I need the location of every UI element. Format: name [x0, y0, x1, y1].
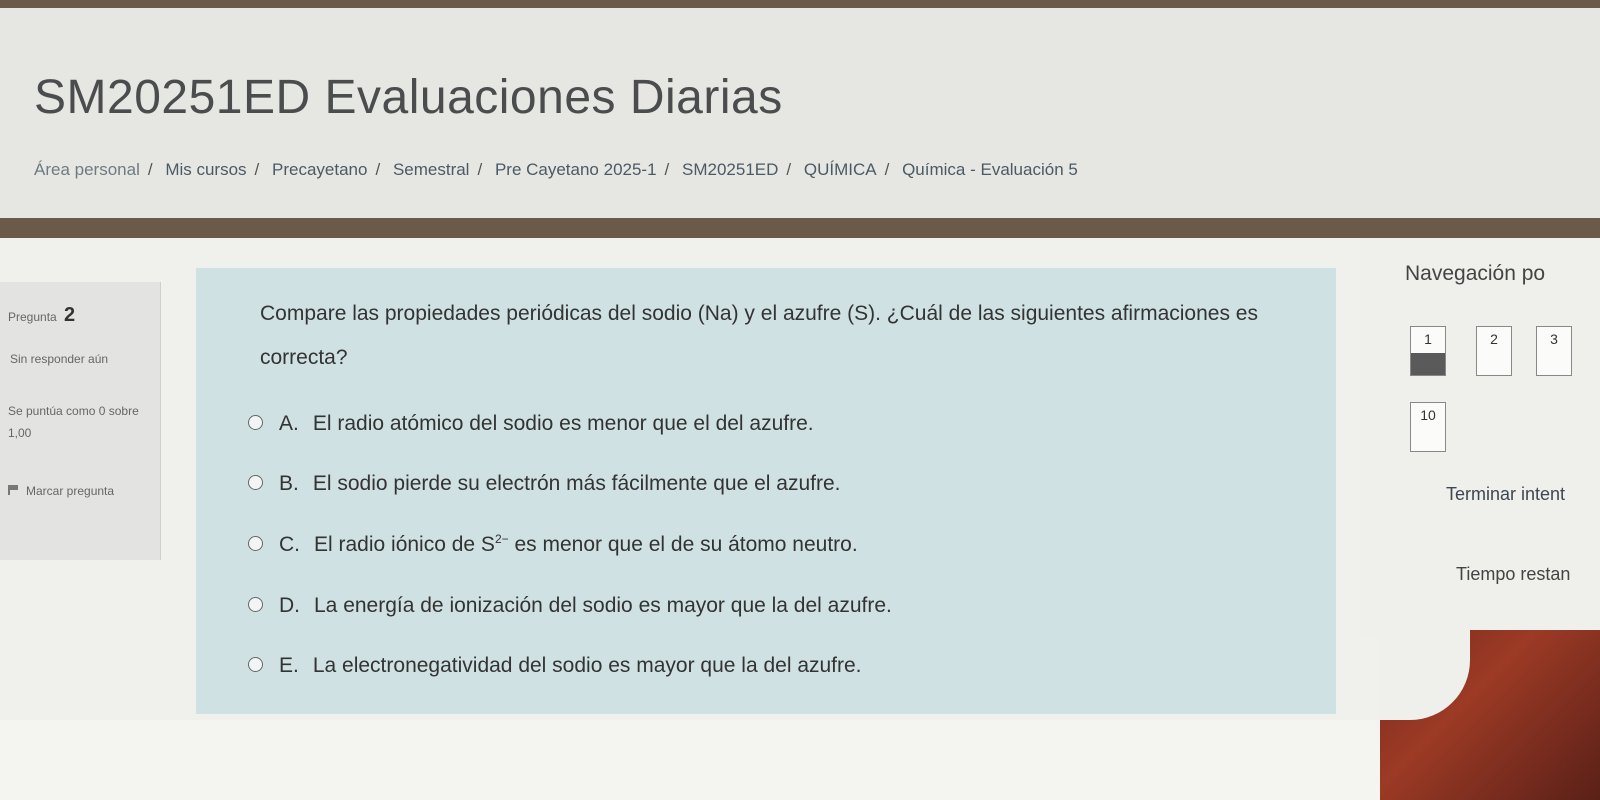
option-b-letter: B.: [279, 472, 299, 495]
time-remaining-label: Tiempo restan: [1456, 564, 1571, 584]
page-title: SM20251ED Evaluaciones Diarias: [34, 71, 783, 124]
nav-question-3-label: 3: [1550, 331, 1558, 347]
nav-question-2[interactable]: 2: [1476, 326, 1512, 376]
quiz-navigation-title: Navegación po: [1405, 262, 1546, 285]
main-lower: [0, 720, 1400, 800]
question-grade: Se puntúa como 0 sobre 1,00: [8, 404, 139, 440]
radio-option-b[interactable]: [248, 474, 263, 490]
question-text: Compare las propiedades periódicas del s…: [260, 302, 1258, 369]
breadcrumb-item-course[interactable]: SM20251ED: [682, 160, 778, 179]
option-a[interactable]: A. El radio atómico del sodio es menor qu…: [248, 412, 814, 436]
breadcrumb-item-semestral[interactable]: Semestral: [393, 160, 470, 179]
option-b[interactable]: B. El sodio pierde su electrón más fácilm…: [248, 472, 840, 496]
option-c-letter: C.: [279, 533, 300, 556]
question-panel: Compare las propiedades periódicas del s…: [196, 268, 1336, 714]
option-c-text-before: El radio iónico de S: [314, 533, 495, 556]
option-c-text-after: es menor que el de su átomo neutro.: [508, 533, 858, 556]
breadcrumb-item-evaluacion[interactable]: Química - Evaluación 5: [902, 160, 1078, 179]
page-header: SM20251ED Evaluaciones Diarias Área pers…: [0, 8, 1600, 218]
question-state: Sin responder aún: [10, 352, 109, 366]
radio-option-e[interactable]: [248, 656, 263, 672]
option-c[interactable]: C. El radio iónico de S2− es menor que el…: [248, 532, 858, 557]
flag-question-link[interactable]: Marcar pregunta: [8, 478, 158, 504]
question-label-text: Pregunta: [8, 310, 57, 324]
breadcrumb-item-mis-cursos[interactable]: Mis cursos: [165, 160, 246, 179]
question-info-box: Pregunta 2 Sin responder aún Se puntúa c…: [0, 282, 161, 560]
nav-question-2-label: 2: [1490, 331, 1498, 347]
question-number: 2: [64, 304, 76, 326]
breadcrumb-item-quimica[interactable]: QUÍMICA: [804, 160, 877, 179]
nav-question-10[interactable]: 10: [1410, 402, 1446, 452]
breadcrumb-item-area-personal[interactable]: Área personal: [34, 160, 140, 179]
radio-option-d[interactable]: [248, 596, 263, 612]
breadcrumb-item-precayetano[interactable]: Precayetano: [272, 160, 367, 179]
option-e[interactable]: E. La electronegatividad del sodio es may…: [248, 654, 862, 678]
nav-question-1-label: 1: [1424, 331, 1432, 347]
nav-question-1[interactable]: 1: [1410, 326, 1446, 376]
option-a-text: El radio atómico del sodio es menor que …: [312, 412, 814, 435]
option-e-letter: E.: [279, 654, 299, 677]
answered-indicator: [1411, 353, 1445, 375]
option-e-text: La electronegatividad del sodio es mayor…: [312, 654, 862, 677]
option-c-superscript: 2−: [494, 532, 509, 546]
decorative-background: [1380, 630, 1600, 800]
nav-question-10-label: 10: [1420, 407, 1436, 423]
flag-icon: [8, 485, 20, 495]
finish-attempt-link[interactable]: Terminar intent: [1446, 484, 1565, 505]
option-d[interactable]: D. La energía de ionización del sodio es …: [248, 594, 892, 618]
option-d-letter: D.: [279, 594, 300, 617]
breadcrumb-item-pre-cayetano[interactable]: Pre Cayetano 2025-1: [495, 160, 657, 179]
radio-option-a[interactable]: [248, 414, 263, 430]
option-b-text: El sodio pierde su electrón más fácilmen…: [312, 472, 841, 495]
option-d-text: La energía de ionización del sodio es ma…: [314, 594, 892, 617]
breadcrumb: Área personal / Mis cursos / Precayetano / …: [34, 160, 1078, 179]
flag-question-label: Marcar pregunta: [26, 484, 115, 498]
question-label: Pregunta 2: [8, 304, 75, 327]
option-a-letter: A.: [279, 412, 299, 435]
nav-question-3[interactable]: 3: [1536, 326, 1572, 376]
radio-option-c[interactable]: [248, 535, 263, 551]
